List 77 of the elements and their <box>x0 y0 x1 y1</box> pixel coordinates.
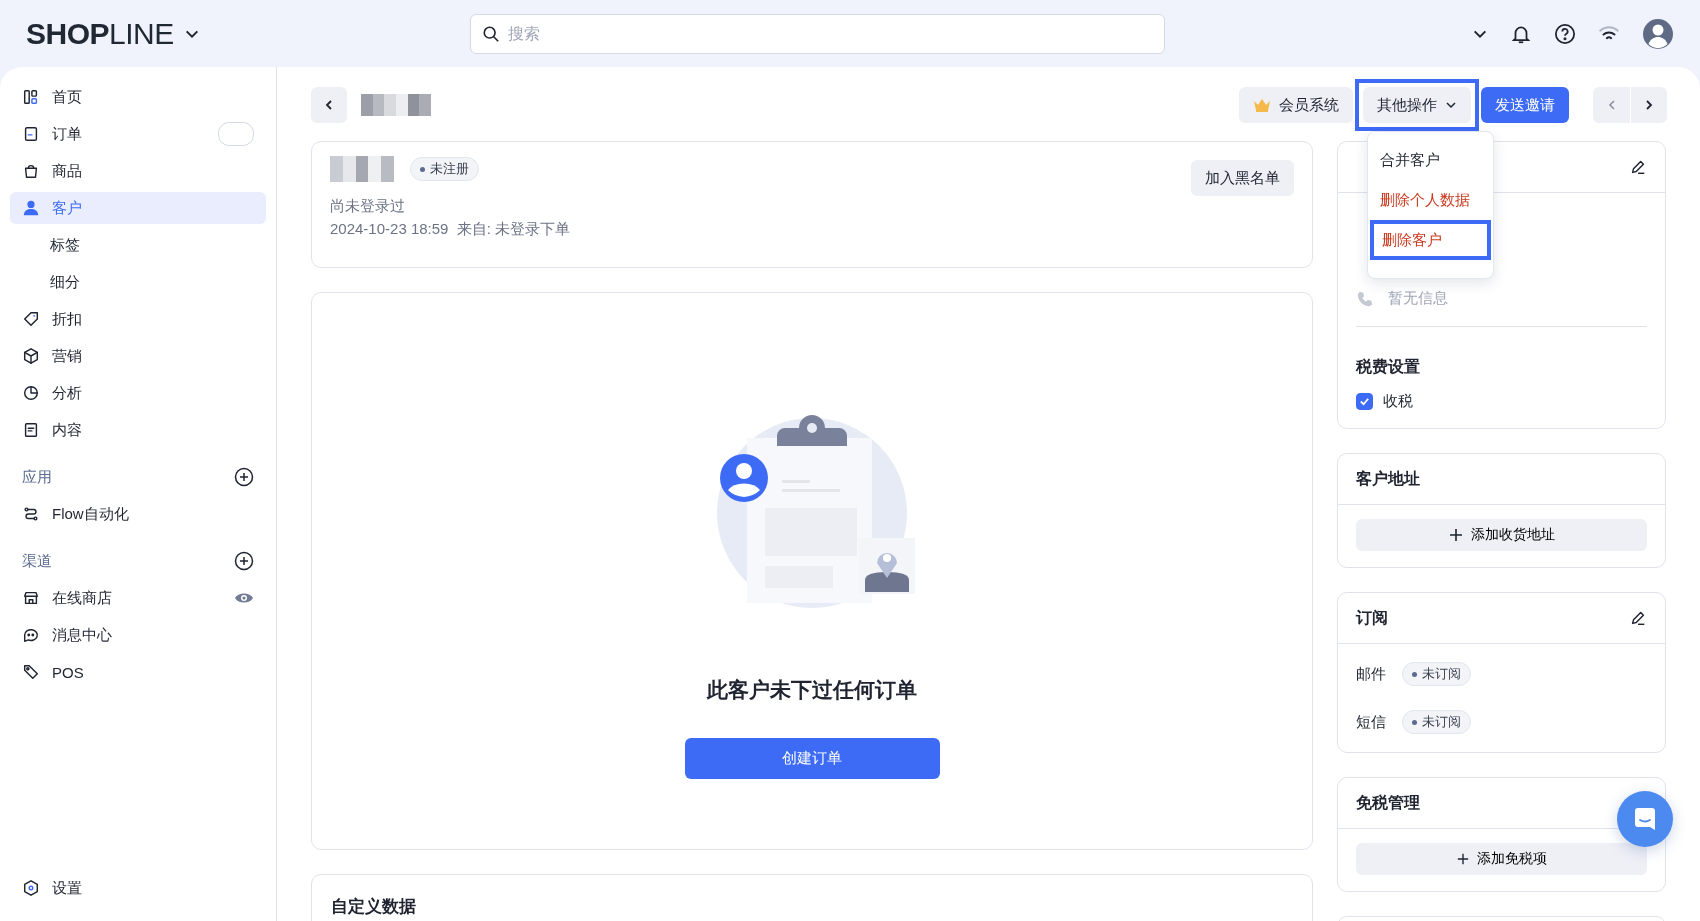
menu-item[interactable]: 删除客户 <box>1370 220 1491 260</box>
phone-value: 暂无信息 <box>1388 289 1448 308</box>
subscription-label: 邮件 <box>1356 664 1386 684</box>
tax-checkbox[interactable] <box>1356 393 1373 410</box>
pie-chart-icon <box>22 384 40 402</box>
search-icon <box>481 24 500 43</box>
section-title: 税费设置 <box>1356 357 1421 377</box>
blacklist-button[interactable]: 加入黑名单 <box>1191 160 1294 196</box>
checkbox-label: 收税 <box>1383 392 1413 411</box>
status-badge: 未注册 <box>410 157 479 181</box>
menu-item[interactable]: 删除个人数据 <box>1368 180 1493 220</box>
sidebar-subitem[interactable]: 细分 <box>10 266 266 298</box>
subscription-label: 短信 <box>1356 712 1386 732</box>
settings-icon <box>22 879 40 897</box>
status-badge: 未订阅 <box>1402 710 1471 734</box>
sidebar-item[interactable]: POS <box>10 656 266 688</box>
phone-icon <box>1356 289 1374 308</box>
sidebar-item[interactable]: 订单 <box>10 118 266 150</box>
sidebar-item[interactable]: Flow自动化 <box>10 498 266 530</box>
actions-dropdown[interactable]: 其他操作 <box>1363 87 1471 123</box>
plus-icon <box>1456 853 1469 865</box>
plus-icon <box>1448 528 1463 542</box>
blurred-customer-name <box>361 94 431 116</box>
bag-icon <box>22 162 40 180</box>
chevron-right-icon <box>1643 99 1655 111</box>
price-tag-icon <box>22 663 40 681</box>
cube-icon <box>22 347 40 365</box>
card-title: 自定义数据 <box>331 897 416 916</box>
sidebar-item[interactable]: 营销 <box>10 340 266 372</box>
count-badge <box>218 122 254 146</box>
sidebar-item[interactable]: 消息中心 <box>10 619 266 651</box>
empty-message: 此客户未下过任何订单 <box>707 677 917 703</box>
login-status: 尚未登录过 <box>330 196 406 216</box>
crown-icon <box>1253 97 1271 113</box>
add-icon[interactable] <box>234 551 254 571</box>
chat-bubble-icon <box>22 626 40 644</box>
help-icon[interactable] <box>1554 22 1576 45</box>
checkmark-icon <box>1359 396 1370 407</box>
dashboard-icon <box>22 88 40 106</box>
sidebar-item[interactable]: 设置 <box>10 872 266 904</box>
person-icon <box>22 199 40 217</box>
create-order-button[interactable]: 创建订单 <box>684 738 940 779</box>
add-address-button[interactable]: 添加收货地址 <box>1356 519 1647 551</box>
search-field[interactable]: 搜索 <box>469 13 1165 54</box>
chevron-down-icon <box>1445 99 1457 111</box>
sidebar-subitem[interactable]: 标签 <box>10 229 266 261</box>
page-icon <box>22 421 40 439</box>
sidebar-item[interactable]: 客户 <box>10 192 266 224</box>
invite-button[interactable]: 发送邀请 <box>1481 87 1569 123</box>
store-icon <box>22 589 40 607</box>
membership-button[interactable]: 会员系统 <box>1239 87 1353 123</box>
card-title: 免税管理 <box>1356 792 1420 813</box>
card-title: 订阅 <box>1356 607 1388 628</box>
created-info: 2024-10-23 18:59 来自: 未登录下单 <box>330 219 571 239</box>
section-label: 渠道 <box>22 551 52 571</box>
document-icon <box>22 125 40 143</box>
add-icon[interactable] <box>234 467 254 487</box>
logo[interactable]: SHOPLINE <box>26 16 174 51</box>
avatar-icon[interactable] <box>1642 17 1674 50</box>
chat-icon <box>1632 806 1658 832</box>
chevron-left-icon <box>323 99 335 111</box>
edit-icon[interactable] <box>1629 158 1647 176</box>
card-title: 客户地址 <box>1356 468 1420 489</box>
section-label: 应用 <box>22 467 52 487</box>
sidebar-item[interactable]: 商品 <box>10 155 266 187</box>
tag-icon <box>22 310 40 328</box>
sidebar-item[interactable]: 内容 <box>10 414 266 446</box>
sidebar-item[interactable]: 在线商店 <box>10 582 266 614</box>
edit-icon[interactable] <box>1629 609 1647 627</box>
sidebar-item[interactable]: 首页 <box>10 81 266 113</box>
status-badge: 未订阅 <box>1402 662 1471 686</box>
add-exemption-button[interactable]: 添加免税项 <box>1356 843 1647 875</box>
menu-item[interactable]: 合并客户 <box>1368 140 1493 180</box>
flow-icon <box>22 505 40 523</box>
sidebar-item[interactable]: 分析 <box>10 377 266 409</box>
sidebar-item[interactable]: 折扣 <box>10 303 266 335</box>
blurred-customer-name <box>330 156 394 182</box>
